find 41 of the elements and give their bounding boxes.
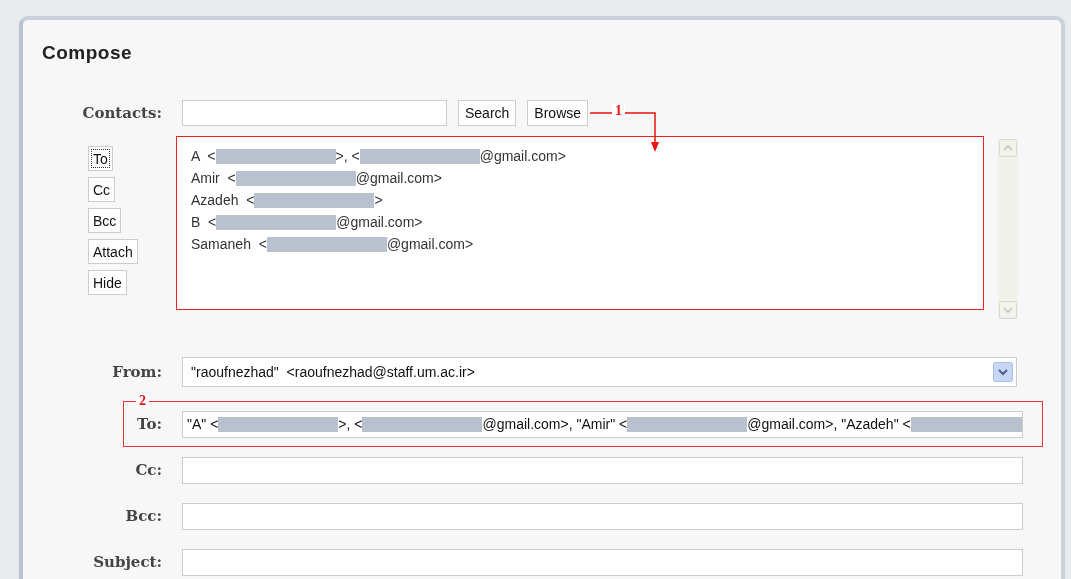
recipient-button[interactable]: Cc	[88, 177, 116, 202]
recipient-text: >, <	[338, 416, 363, 432]
recipient-button[interactable]: Bcc	[88, 208, 122, 233]
field-label: To:	[136, 415, 162, 433]
contact-text[interactable]: @gmail.com>	[386, 236, 474, 252]
from-select[interactable]: "raoufnezhad" <raoufnezhad@staff.um.ac.ir>	[182, 357, 1017, 387]
recipient-text: @gmail.com>, "Amir" <	[482, 416, 628, 432]
contact-text[interactable]: Samaneh <	[191, 236, 267, 252]
contact-text[interactable]: @gmail.com>	[479, 148, 566, 164]
contact-text[interactable]: >, <	[335, 148, 360, 164]
cc-field[interactable]	[182, 456, 1023, 484]
contact-text[interactable]: Azadeh <	[191, 192, 255, 208]
dropdown-icon[interactable]	[993, 362, 1013, 382]
contacts-search-field[interactable]	[182, 100, 447, 126]
annotation-number: 1	[612, 104, 625, 118]
field-label: Cc:	[134, 461, 162, 479]
contact-text[interactable]: @gmail.com>	[355, 170, 442, 186]
recipient-button[interactable]: Hide	[88, 270, 127, 295]
to-field[interactable]: "A" < >, < @gmail.com>, "Amir" < @gmail.com>, "Azadeh" <	[182, 410, 1023, 438]
recipient-text: @gmail.com>, "Azadeh" <	[747, 416, 911, 432]
action-button[interactable]: Browse	[527, 100, 589, 126]
recipient-button[interactable]: To	[88, 146, 113, 171]
contact-text[interactable]: A <	[191, 148, 216, 164]
subject-field[interactable]	[182, 548, 1023, 576]
recipient-text: "A" <	[187, 416, 219, 432]
contact-text[interactable]: >	[374, 192, 383, 208]
scroll-down-icon[interactable]	[999, 301, 1017, 319]
action-button[interactable]: Search	[458, 100, 517, 126]
field-label: Subject:	[92, 553, 162, 571]
field-label: From:	[111, 363, 162, 381]
field-label: Contacts:	[81, 104, 162, 122]
contact-text[interactable]: Amir <	[191, 170, 236, 186]
field-label: Bcc:	[124, 507, 162, 525]
scrollbar[interactable]	[998, 139, 1018, 319]
contact-text[interactable]: @gmail.com>	[336, 214, 423, 230]
bcc-field[interactable]	[182, 502, 1023, 530]
contact-text[interactable]: B <	[191, 214, 217, 230]
page-title: Compose	[42, 42, 134, 64]
recipient-button[interactable]: Attach	[88, 239, 138, 264]
scroll-up-icon[interactable]	[999, 139, 1017, 157]
annotation-number: 2	[136, 394, 149, 408]
